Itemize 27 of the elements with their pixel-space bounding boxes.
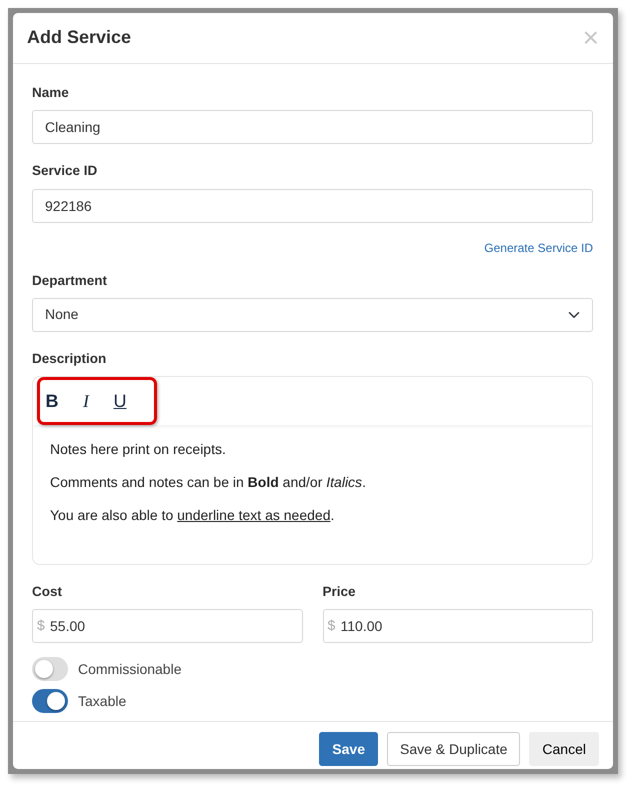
field-label: Description bbox=[32, 350, 106, 368]
field-label: Name bbox=[32, 84, 69, 102]
toggle-label: Taxable bbox=[78, 692, 126, 711]
toggle-switch[interactable] bbox=[32, 689, 68, 714]
paragraph: You are also able to underline text as needed. bbox=[50, 506, 336, 525]
paragraph: Comments and notes can be in Bold and/or Italics. bbox=[50, 473, 367, 492]
department-select[interactable]: None bbox=[32, 298, 593, 332]
field-label: Price bbox=[322, 583, 356, 601]
save-button[interactable]: Save bbox=[319, 732, 378, 766]
dialog-title: Add Service bbox=[27, 27, 132, 49]
format-underline-button[interactable]: U bbox=[105, 386, 135, 416]
rich-text-editor[interactable]: B I U Notes here print on receipts. Comments and notes can be in Bold and/or Italics. You are also able to underline text as needed. bbox=[32, 376, 593, 565]
currency-symbol: $ bbox=[328, 617, 336, 634]
paragraph: Notes here print on receipts. bbox=[50, 440, 227, 459]
field-label: Cost bbox=[32, 583, 62, 601]
format-italic-button[interactable]: I bbox=[71, 386, 101, 416]
toggle-switch[interactable] bbox=[32, 657, 68, 682]
field-label: Service ID bbox=[32, 162, 98, 180]
generate-id-link[interactable]: Generate Service ID bbox=[484, 240, 593, 254]
input-field[interactable]: Cleaning bbox=[32, 110, 593, 144]
toggle-label: Commissionable bbox=[78, 660, 182, 679]
currency-symbol: $ bbox=[37, 617, 45, 634]
save-duplicate-button[interactable]: Save & Duplicate bbox=[387, 732, 520, 766]
input-field[interactable]: 922186 bbox=[32, 188, 593, 222]
format-bold-button[interactable]: B bbox=[37, 386, 67, 416]
cancel-button[interactable]: Cancel bbox=[529, 732, 599, 766]
field-label: Department bbox=[32, 272, 108, 290]
